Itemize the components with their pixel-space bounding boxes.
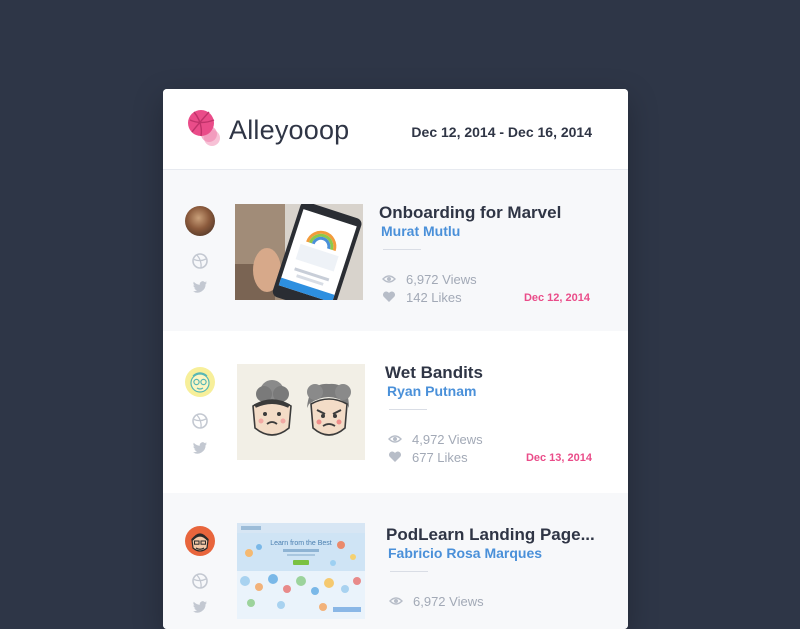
date-range[interactable]: Dec 12, 2014 - Dec 16, 2014 bbox=[411, 124, 592, 140]
heart-icon bbox=[388, 451, 402, 462]
eye-icon bbox=[382, 275, 396, 283]
shot-thumbnail[interactable] bbox=[237, 364, 365, 460]
dribbble-icon[interactable] bbox=[192, 413, 208, 429]
views-count: 4,972 Views bbox=[412, 432, 483, 447]
shot-date: Dec 12, 2014 bbox=[523, 292, 590, 304]
views-count: 6,972 Views bbox=[406, 272, 477, 287]
divider bbox=[390, 571, 428, 572]
views-count: 6,972 Views bbox=[413, 594, 484, 609]
shot-thumbnail[interactable] bbox=[235, 204, 363, 300]
divider bbox=[389, 409, 427, 410]
shot-row[interactable]: Onboarding for Marvel Murat Mutlu 6,972 … bbox=[163, 170, 628, 331]
shot-row[interactable]: Learn from the Best PodLearn Landing Pag… bbox=[163, 493, 628, 629]
shot-author[interactable]: Fabricio Rosa Marques bbox=[388, 545, 542, 561]
thumbnail-heading: Learn from the Best bbox=[270, 540, 332, 547]
likes-count: 142 Likes bbox=[406, 290, 462, 305]
shot-row[interactable]: Wet Bandits Ryan Putnam 4,972 Views 677 … bbox=[163, 331, 628, 492]
twitter-icon[interactable] bbox=[192, 440, 208, 456]
divider bbox=[383, 249, 421, 250]
heart-icon bbox=[382, 291, 396, 302]
avatar[interactable] bbox=[185, 206, 215, 236]
shot-thumbnail[interactable]: Learn from the Best bbox=[237, 523, 365, 619]
dribbble-icon[interactable] bbox=[192, 253, 208, 269]
brand-name: Alleyooop bbox=[229, 115, 350, 145]
shot-date: Dec 13, 2014 bbox=[525, 452, 592, 464]
eye-icon bbox=[389, 597, 403, 605]
twitter-icon[interactable] bbox=[192, 279, 208, 295]
shot-title[interactable]: Wet Bandits bbox=[385, 363, 483, 383]
likes-count: 677 Likes bbox=[412, 450, 468, 465]
avatar[interactable] bbox=[185, 367, 215, 397]
card-header: Alleyooop Dec 12, 2014 - Dec 16, 2014 bbox=[163, 89, 628, 170]
shot-author[interactable]: Murat Mutlu bbox=[381, 223, 460, 239]
shots-card: Alleyooop Dec 12, 2014 - Dec 16, 2014 On… bbox=[163, 89, 628, 629]
shot-title[interactable]: PodLearn Landing Page... bbox=[386, 525, 595, 545]
dribbble-icon[interactable] bbox=[192, 573, 208, 589]
avatar[interactable] bbox=[185, 526, 215, 556]
dribbble-logo-icon[interactable] bbox=[187, 109, 223, 149]
eye-icon bbox=[388, 435, 402, 443]
shot-title[interactable]: Onboarding for Marvel bbox=[379, 203, 561, 223]
shot-author[interactable]: Ryan Putnam bbox=[387, 383, 476, 399]
twitter-icon[interactable] bbox=[192, 599, 208, 615]
